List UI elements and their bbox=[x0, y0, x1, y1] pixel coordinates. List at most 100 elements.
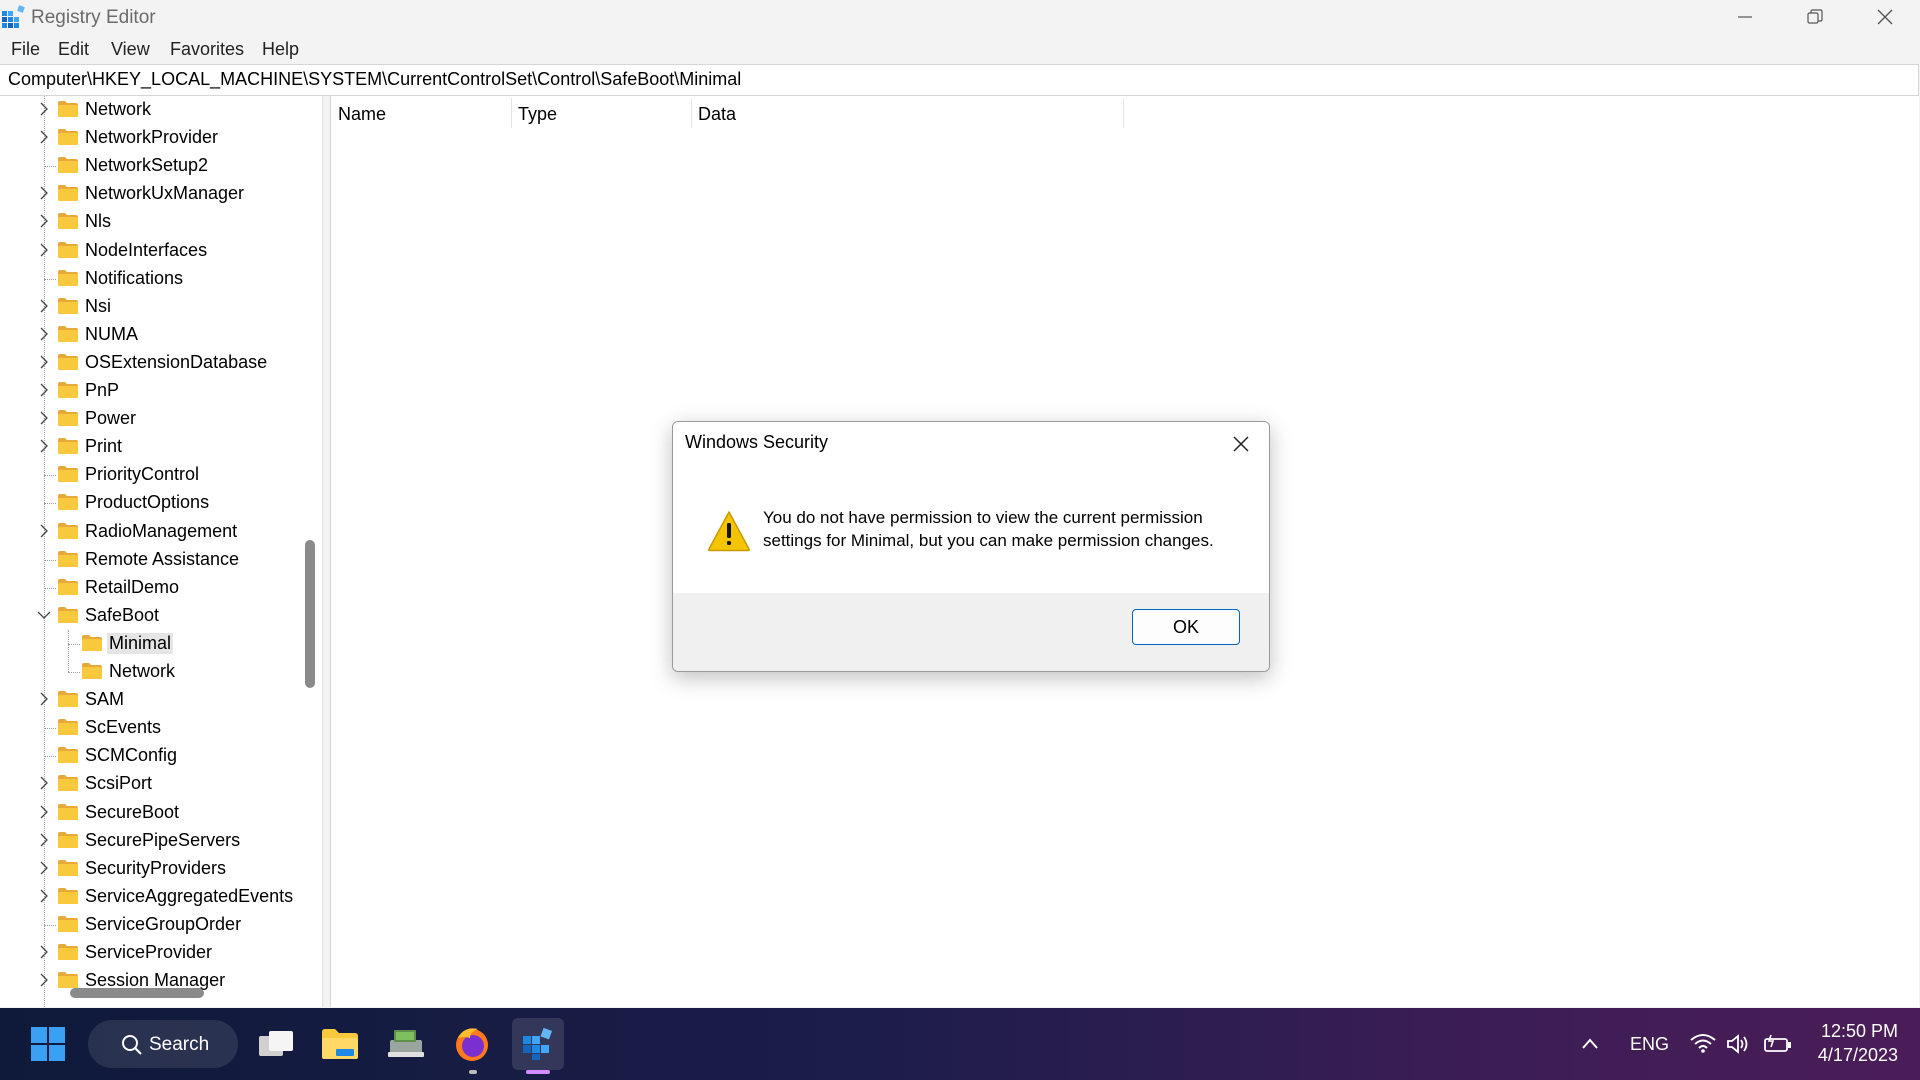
chevron-right-icon[interactable] bbox=[37, 355, 51, 369]
tree-item[interactable]: Minimal bbox=[0, 630, 300, 658]
tree-item[interactable]: RadioManagement bbox=[0, 518, 300, 546]
tree-item[interactable]: SecurePipeServers bbox=[0, 827, 300, 855]
tree-item-label: Nsi bbox=[85, 295, 111, 316]
language-indicator[interactable]: ENG bbox=[1630, 1034, 1669, 1055]
volume-icon[interactable] bbox=[1726, 1033, 1752, 1060]
wifi-icon[interactable] bbox=[1690, 1032, 1716, 1059]
firefox-button[interactable] bbox=[446, 1018, 498, 1070]
chevron-right-icon[interactable] bbox=[37, 214, 51, 228]
chevron-right-icon[interactable] bbox=[37, 411, 51, 425]
tree-item[interactable]: ScsiPort bbox=[0, 770, 300, 798]
tree-connector bbox=[44, 756, 56, 758]
chevron-right-icon[interactable] bbox=[37, 889, 51, 903]
tree-horizontal-scroll-thumb[interactable] bbox=[70, 988, 204, 998]
tree-item[interactable]: ServiceAggregatedEvents bbox=[0, 883, 300, 911]
tree-item[interactable]: Network bbox=[0, 96, 300, 124]
tree-item[interactable]: NetworkUxManager bbox=[0, 180, 300, 208]
tree-vertical-scroll-thumb[interactable] bbox=[305, 540, 315, 688]
chevron-right-icon[interactable] bbox=[37, 299, 51, 313]
column-separator[interactable] bbox=[1123, 98, 1124, 128]
folder-icon bbox=[57, 241, 79, 259]
chevron-right-icon[interactable] bbox=[37, 692, 51, 706]
task-view-button[interactable] bbox=[250, 1018, 302, 1070]
tree-item[interactable]: SecureBoot bbox=[0, 799, 300, 827]
column-separator[interactable] bbox=[511, 98, 512, 128]
chevron-right-icon[interactable] bbox=[37, 524, 51, 538]
chevron-right-icon[interactable] bbox=[37, 945, 51, 959]
tree-item[interactable]: NodeInterfaces bbox=[0, 237, 300, 265]
column-header-data[interactable]: Data bbox=[698, 104, 736, 125]
tree-item[interactable]: ProductOptions bbox=[0, 489, 300, 517]
chevron-right-icon[interactable] bbox=[37, 243, 51, 257]
chevron-down-icon[interactable] bbox=[37, 608, 51, 622]
taskbar-search-label[interactable]: Search bbox=[149, 1034, 209, 1056]
show-hidden-icons-button[interactable] bbox=[1580, 1034, 1600, 1059]
minimize-button[interactable] bbox=[1710, 0, 1780, 34]
menu-view[interactable]: View bbox=[111, 39, 150, 60]
registry-tree[interactable]: Network NetworkProvider NetworkSetup2 Netwo… bbox=[0, 96, 323, 1007]
tree-item[interactable]: SecurityProviders bbox=[0, 855, 300, 883]
chevron-right-icon[interactable] bbox=[37, 327, 51, 341]
folder-icon bbox=[57, 578, 79, 596]
column-header-name[interactable]: Name bbox=[338, 104, 386, 125]
system-app-button[interactable] bbox=[380, 1018, 432, 1070]
chevron-right-icon[interactable] bbox=[37, 130, 51, 144]
folder-icon bbox=[57, 269, 79, 287]
tree-item[interactable]: RetailDemo bbox=[0, 574, 300, 602]
clock-time[interactable]: 12:50 PM bbox=[1800, 1021, 1898, 1042]
dialog-close-button[interactable] bbox=[1225, 430, 1257, 458]
menu-help[interactable]: Help bbox=[262, 39, 299, 60]
tree-item[interactable]: Nsi bbox=[0, 293, 300, 321]
tree-vertical-scrollbar[interactable] bbox=[296, 96, 318, 982]
tree-item[interactable]: SCMConfig bbox=[0, 742, 300, 770]
tree-item[interactable]: Notifications bbox=[0, 265, 300, 293]
folder-icon bbox=[322, 1029, 358, 1059]
chevron-right-icon[interactable] bbox=[37, 102, 51, 116]
menu-edit[interactable]: Edit bbox=[58, 39, 89, 60]
chevron-right-icon[interactable] bbox=[37, 186, 51, 200]
start-button[interactable] bbox=[22, 1018, 74, 1070]
pane-splitter[interactable] bbox=[323, 96, 329, 1007]
folder-icon bbox=[57, 184, 79, 202]
registry-editor-taskbar-button[interactable] bbox=[512, 1018, 564, 1070]
tree-item[interactable]: Power bbox=[0, 405, 300, 433]
tree-item[interactable]: ServiceProvider bbox=[0, 939, 300, 967]
tree-item[interactable]: Remote Assistance bbox=[0, 546, 300, 574]
chevron-right-icon[interactable] bbox=[37, 439, 51, 453]
tree-item-label: ProductOptions bbox=[85, 492, 210, 513]
tree-connector bbox=[44, 278, 56, 280]
chevron-right-icon[interactable] bbox=[37, 861, 51, 875]
tree-item[interactable]: ScEvents bbox=[0, 714, 300, 742]
tree-item[interactable]: PriorityControl bbox=[0, 461, 300, 489]
chevron-right-icon[interactable] bbox=[37, 776, 51, 790]
chevron-right-icon[interactable] bbox=[37, 383, 51, 397]
tree-item[interactable]: NetworkProvider bbox=[0, 124, 300, 152]
address-path[interactable]: Computer\HKEY_LOCAL_MACHINE\SYSTEM\Curre… bbox=[8, 69, 741, 90]
chevron-right-icon[interactable] bbox=[37, 805, 51, 819]
tree-item[interactable]: SafeBoot bbox=[0, 602, 300, 630]
tree-item[interactable]: NetworkSetup2 bbox=[0, 152, 300, 180]
tree-item[interactable]: OSExtensionDatabase bbox=[0, 349, 300, 377]
tree-item[interactable]: NUMA bbox=[0, 321, 300, 349]
column-header-type[interactable]: Type bbox=[518, 104, 557, 125]
menu-file[interactable]: File bbox=[11, 39, 40, 60]
column-separator[interactable] bbox=[691, 98, 692, 128]
ok-button[interactable]: OK bbox=[1132, 609, 1240, 645]
chevron-right-icon[interactable] bbox=[37, 973, 51, 987]
tree-item[interactable]: Nls bbox=[0, 208, 300, 236]
restore-button[interactable] bbox=[1780, 0, 1850, 34]
registry-editor-app-icon bbox=[2, 5, 26, 29]
chevron-right-icon[interactable] bbox=[37, 833, 51, 847]
tree-item[interactable]: ServiceGroupOrder bbox=[0, 911, 300, 939]
menu-favorites[interactable]: Favorites bbox=[170, 39, 244, 60]
folder-icon bbox=[57, 409, 79, 427]
tree-item[interactable]: Print bbox=[0, 433, 300, 461]
tree-item[interactable]: SAM bbox=[0, 686, 300, 714]
tree-item[interactable]: PnP bbox=[0, 377, 300, 405]
clock-date[interactable]: 4/17/2023 bbox=[1800, 1045, 1898, 1066]
close-window-button[interactable] bbox=[1850, 0, 1920, 34]
file-explorer-button[interactable] bbox=[314, 1018, 366, 1070]
tree-item[interactable]: Network bbox=[0, 658, 300, 686]
folder-icon bbox=[57, 915, 79, 933]
battery-icon[interactable] bbox=[1763, 1033, 1793, 1060]
